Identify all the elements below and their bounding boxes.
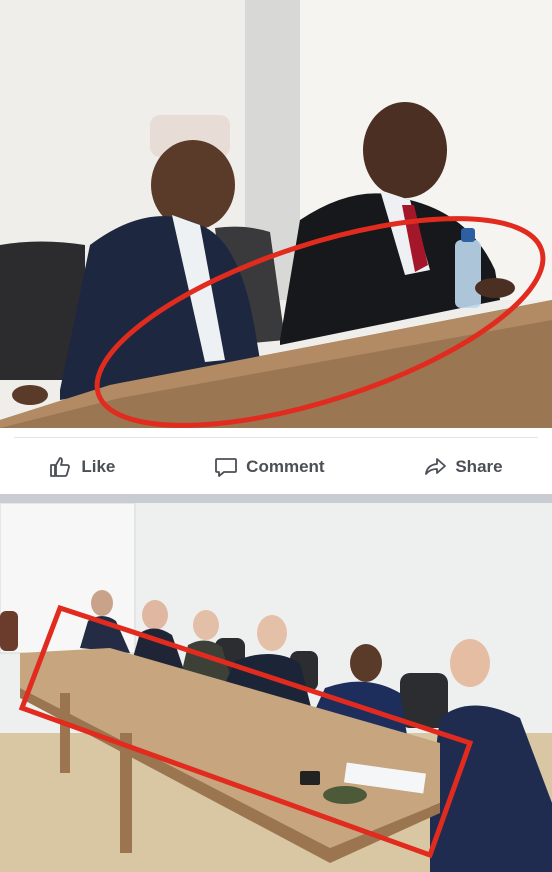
top-photo (0, 0, 552, 428)
comment-button[interactable]: Comment (200, 447, 338, 487)
share-label: Share (455, 457, 503, 476)
share-arrow-icon (425, 458, 447, 475)
like-label: Like (81, 457, 116, 476)
top-photo-scene (0, 0, 552, 428)
post-action-bar: Like Comment Share (0, 438, 552, 496)
comment-bubble-icon (215, 458, 238, 477)
like-button[interactable]: Like (35, 447, 129, 487)
bottom-photo (0, 503, 552, 872)
comment-label: Comment (246, 457, 325, 476)
bottom-photo-scene (0, 503, 552, 872)
post-separator (0, 494, 552, 503)
share-button[interactable]: Share (409, 447, 516, 487)
thumbs-up-icon (50, 457, 71, 477)
